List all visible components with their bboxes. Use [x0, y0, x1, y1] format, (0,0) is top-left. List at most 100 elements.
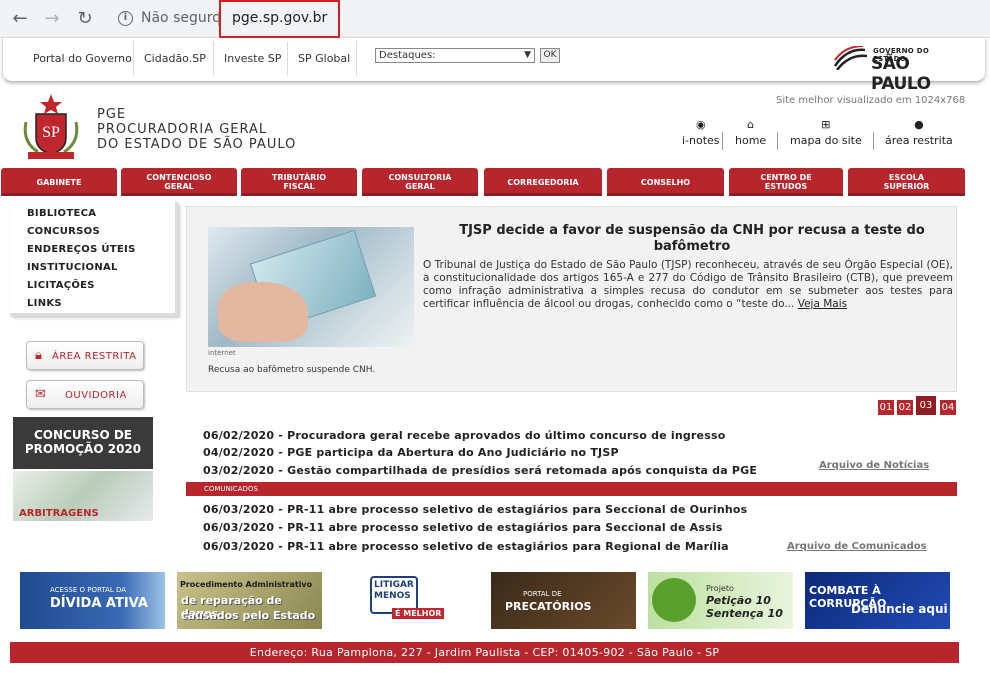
gov-link-global[interactable]: SP Global	[298, 52, 350, 65]
restricted-area-label: ÁREA RESTRITA	[52, 351, 137, 362]
nav-gabinete[interactable]: GABINETE	[1, 168, 117, 196]
tool-sitemap-label: mapa do site	[790, 134, 862, 147]
banner-litigar-line-1: LITIGAR	[374, 580, 414, 590]
side-menu-concursos[interactable]: CONCURSOS	[27, 226, 100, 237]
news-item[interactable]: 03/02/2020 - Gestão compartilhada de pre…	[203, 464, 757, 477]
envelope-icon: ✉	[35, 387, 47, 402]
nav-tributario-fiscal[interactable]: TRIBUTÁRIO FISCAL	[241, 168, 357, 196]
logo-line-2: SÃO PAULO	[871, 54, 931, 94]
restricted-area-button[interactable]: 🔒︎ ÁREA RESTRITA	[26, 341, 144, 370]
site-title-line-3: DO ESTADO DE SÃO PAULO	[97, 137, 297, 152]
tool-inotes[interactable]: ◉ i-notes	[682, 118, 720, 147]
banner-litigar-line-2: MENOS	[374, 591, 411, 601]
banner-precatorios[interactable]: PORTAL DE PRECATÓRIOS	[491, 572, 636, 629]
promo-line-2: PROMOÇÃO 2020	[24, 442, 142, 456]
banner-divida-big: DÍVIDA ATIVA	[50, 596, 148, 611]
gov-link-investe[interactable]: Investe SP	[224, 52, 281, 65]
resolution-note: Site melhor visualizado em 1024x768	[776, 95, 966, 106]
gov-divider	[213, 42, 214, 76]
promotion-contest-banner[interactable]: CONCURSO DE PROMOÇÃO 2020	[13, 417, 153, 469]
gov-divider	[133, 42, 134, 76]
ombudsman-label: OUVIDORIA	[65, 390, 127, 401]
banner-peticao-small: Projeto	[706, 584, 734, 593]
hand-shape	[218, 282, 308, 342]
banner-litigar-menos[interactable]: LITIGAR MENOS É MELHOR	[334, 572, 479, 629]
footer-address: Endereço: Rua Pamplona, 227 - Jardim Pau…	[10, 642, 959, 663]
state-crest-icon[interactable]: SP	[18, 92, 84, 162]
sitemap-icon: ⊞	[821, 118, 831, 131]
forward-arrow-icon[interactable]: →	[41, 8, 63, 30]
gov-link-portal[interactable]: Portal do Governo	[33, 52, 132, 65]
nav-contencioso-geral[interactable]: CONTENCIOSO GERAL	[121, 168, 237, 196]
pager-04[interactable]: 04	[940, 400, 956, 415]
side-menu-biblioteca[interactable]: BIBLIOTECA	[27, 208, 96, 219]
image-credit: internet	[208, 349, 236, 357]
featured-body: O Tribunal de Justiça do Estado de São P…	[423, 259, 953, 311]
chevron-down-icon: ▼	[524, 50, 531, 60]
ok-button[interactable]: OK	[540, 48, 560, 63]
nav-conselho[interactable]: CONSELHO	[607, 168, 724, 196]
tool-divider	[873, 132, 874, 150]
gov-divider	[356, 42, 357, 76]
banner-peticao-sentenca[interactable]: Projeto Petição 10 Sentença 10	[648, 572, 793, 629]
read-more-link[interactable]: Veja Mais	[798, 298, 847, 310]
arbitragens-banner[interactable]: ARBITRAGENS	[13, 471, 153, 521]
side-menu-institucional[interactable]: INSTITUCIONAL	[27, 262, 118, 273]
site-title-line-2: PROCURADORIA GERAL	[97, 122, 268, 137]
tool-inotes-label: i-notes	[682, 134, 720, 147]
gov-divider	[287, 42, 288, 76]
featured-image[interactable]	[208, 227, 414, 347]
featured-body-text: O Tribunal de Justiça do Estado de São P…	[423, 259, 953, 310]
pager-01[interactable]: 01	[878, 400, 894, 415]
news-item[interactable]: 06/02/2020 - Procuradora geral recebe ap…	[203, 429, 725, 442]
security-label[interactable]: Não seguro	[141, 10, 221, 26]
gov-link-cidadao[interactable]: Cidadão.SP	[144, 52, 206, 65]
banner-precatorios-small: PORTAL DE	[523, 590, 562, 598]
side-menu-enderecos[interactable]: ENDEREÇOS ÚTEIS	[27, 244, 136, 255]
ombudsman-button[interactable]: ✉ OUVIDORIA	[26, 380, 144, 409]
crest-text: SP	[42, 124, 60, 141]
tool-restricted-label: área restrita	[885, 134, 953, 147]
destaques-value: Destaques:	[379, 50, 436, 61]
arbitragens-label: ARBITRAGENS	[19, 508, 99, 519]
lock-icon: ●	[914, 118, 924, 131]
tool-home-label: home	[735, 134, 767, 147]
featured-title[interactable]: TJSP decide a favor de suspensão da CNH …	[432, 223, 952, 255]
communique-item[interactable]: 06/03/2020 - PR-11 abre processo seletiv…	[203, 540, 729, 553]
promo-line-1: CONCURSO DE	[33, 428, 133, 442]
banner-divida-ativa[interactable]: ACESSE O PORTAL DA DÍVIDA ATIVA	[20, 572, 165, 629]
side-menu-licitacoes[interactable]: LICITAÇÕES	[27, 280, 95, 291]
communiques-archive-link[interactable]: Arquivo de Comunicados	[787, 541, 927, 552]
communique-item[interactable]: 06/03/2020 - PR-11 abre processo seletiv…	[203, 503, 747, 516]
banner-combate-corrupcao[interactable]: COMBATE À CORRUPÇÃO Denuncie aqui	[805, 572, 950, 629]
pager-03[interactable]: 03	[916, 396, 936, 415]
nav-escola-superior[interactable]: ESCOLA SUPERIOR	[848, 168, 965, 196]
info-icon[interactable]: i	[118, 11, 133, 26]
address-bar[interactable]: i Não seguro pge.sp.gov.br	[106, 0, 990, 38]
banner-divida-small: ACESSE O PORTAL DA	[50, 586, 127, 594]
tool-restricted[interactable]: ● área restrita	[885, 118, 953, 147]
destaques-select[interactable]: Destaques: ▼	[375, 48, 535, 63]
banner-peticao-line-2: Sentença 10	[706, 607, 783, 620]
home-icon: ⌂	[747, 118, 755, 131]
site-title[interactable]: PGE PROCURADORIA GERAL DO ESTADO DE SÃO …	[97, 107, 296, 152]
banner-litigar-line-3: É MELHOR	[392, 608, 445, 619]
back-arrow-icon[interactable]: ←	[9, 8, 31, 30]
nav-corregedoria[interactable]: CORREGEDORIA	[484, 168, 602, 196]
banner-reparacao-line-1: Procedimento Administrativo	[180, 580, 313, 589]
sao-paulo-government-logo[interactable]: GOVERNO DO ESTADO SÃO PAULO	[833, 44, 963, 94]
tool-home[interactable]: ⌂ home	[735, 118, 766, 147]
nav-centro-de-estudos[interactable]: CENTRO DE ESTUDOS	[729, 168, 843, 196]
news-archive-link[interactable]: Arquivo de Notícias	[819, 460, 929, 471]
communique-item[interactable]: 06/03/2020 - PR-11 abre processo seletiv…	[203, 521, 723, 534]
side-menu-links[interactable]: LINKS	[27, 298, 62, 309]
news-item[interactable]: 04/02/2020 - PGE participa da Abertura d…	[203, 446, 619, 459]
reload-icon[interactable]: ↻	[74, 8, 96, 30]
main-navigation: GABINETE CONTENCIOSO GERAL TRIBUTÁRIO FI…	[0, 168, 990, 196]
banner-reparacao-danos[interactable]: Procedimento Administrativo de reparação…	[177, 572, 322, 629]
pager-02[interactable]: 02	[897, 400, 913, 415]
nav-consultoria-geral[interactable]: CONSULTORIA GERAL	[362, 168, 478, 196]
tool-sitemap[interactable]: ⊞ mapa do site	[790, 118, 862, 147]
project-seal-icon	[652, 578, 696, 622]
url-text[interactable]: pge.sp.gov.br	[232, 10, 327, 26]
